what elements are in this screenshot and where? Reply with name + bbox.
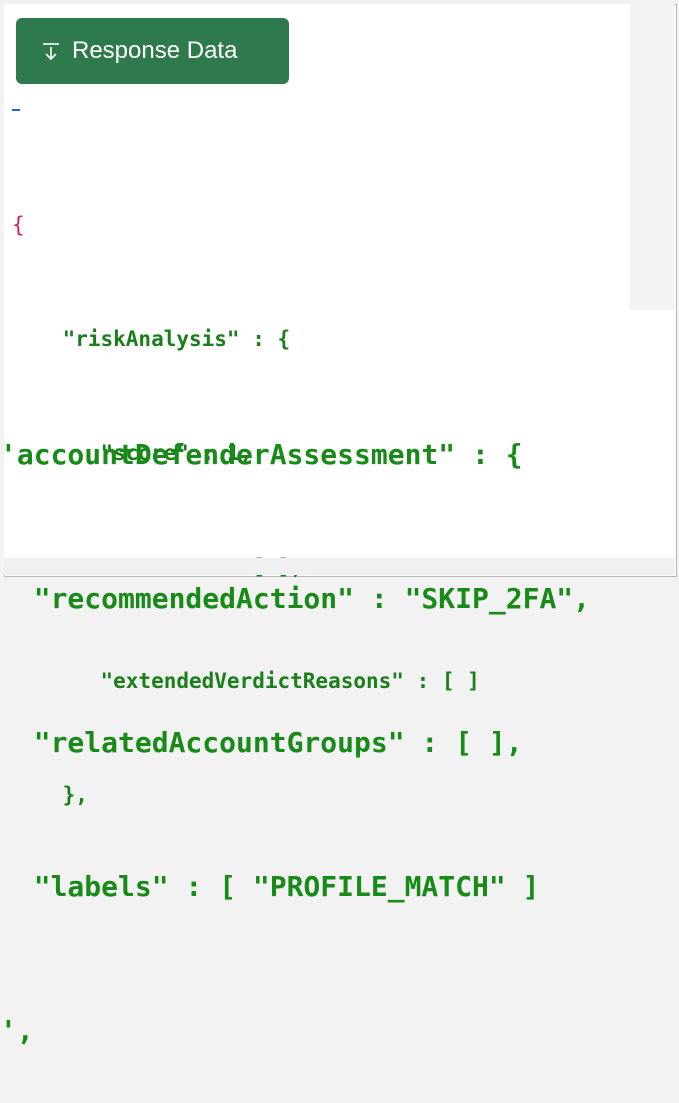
download-icon — [40, 40, 62, 62]
json-line: "relatedAccountGroups" : [ ], — [0, 726, 523, 759]
cursor-marker — [12, 109, 20, 111]
json-line: 'accountDefenderAssessment" : { — [0, 438, 523, 471]
json-line: "recommendedAction" : "SKIP_2FA", — [0, 582, 591, 615]
panel-gutter — [630, 4, 675, 310]
json-line: "labels" : [ "PROFILE_MATCH" ] — [0, 870, 540, 903]
response-data-button[interactable]: Response Data — [16, 18, 289, 84]
json-line: { — [12, 213, 25, 237]
response-data-label: Response Data — [72, 37, 238, 64]
json-line: ', — [0, 1014, 34, 1047]
json-viewer-zoomed: 'accountDefenderAssessment" : { "recomme… — [0, 335, 590, 1103]
bottom-band — [4, 558, 675, 575]
